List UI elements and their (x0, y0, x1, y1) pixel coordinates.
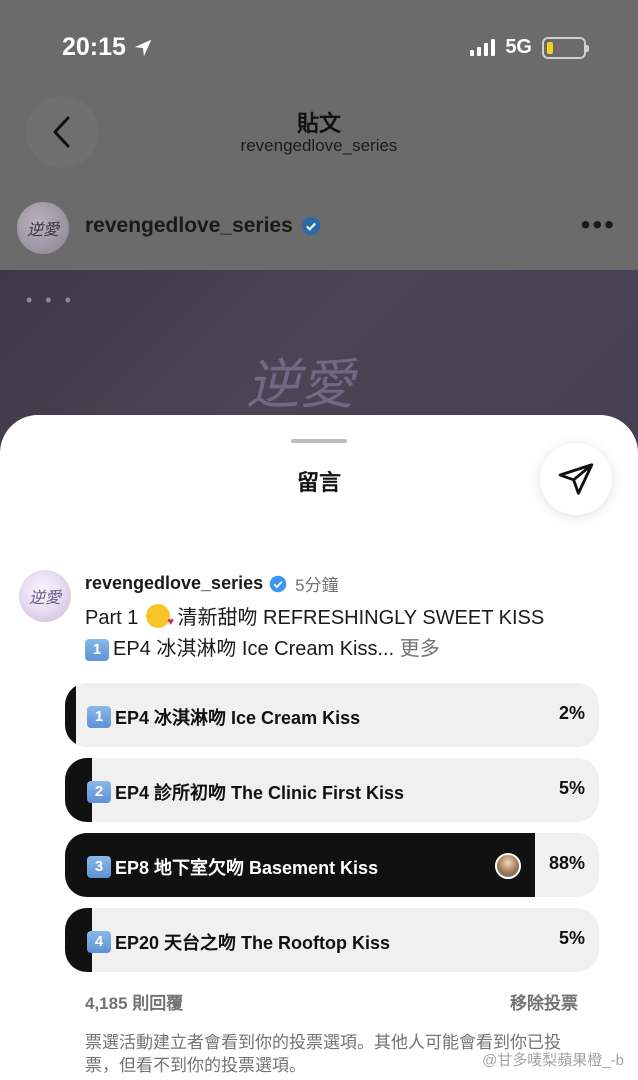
author-username: revengedlove_series (85, 214, 293, 237)
poll-option-bar (65, 683, 76, 747)
author-avatar[interactable]: 逆愛 (17, 202, 69, 254)
comment-text-line-1: Part 1 清新甜吻 REFRESHINGLY SWEET KISS (85, 601, 544, 630)
status-bar: 20:15 5G (0, 0, 638, 90)
status-time-label: 20:15 (62, 33, 126, 61)
comment-text-line-2: 1 EP4 冰淇淋吻 Ice Cream Kiss... 更多 (85, 632, 440, 661)
post-image-logo: 逆愛 (246, 353, 354, 416)
comment-header: revengedlove_series 5分鐘 (85, 571, 339, 596)
comment-preview-text: EP4 冰淇淋吻 Ice Cream Kiss... (113, 638, 395, 660)
remove-vote-button[interactable]: 移除投票 (510, 989, 578, 1014)
voter-avatar (495, 853, 521, 879)
poll-option-1[interactable]: 1 EP4 冰淇淋吻 Ice Cream Kiss 2% (65, 683, 599, 747)
page-subtitle: revengedlove_series (240, 136, 398, 155)
commenter-username[interactable]: revengedlove_series (85, 573, 263, 594)
poll-option-2[interactable]: 2 EP4 診所初吻 The Clinic First Kiss 5% (65, 758, 599, 822)
location-arrow-icon (134, 39, 152, 56)
comments-sheet: 留言 逆愛 revengedlove_series 5分鐘 Part 1 清新甜… (0, 415, 638, 1080)
send-icon (558, 463, 594, 495)
poll-option-label: 4 EP20 天台之吻 The Rooftop Kiss (87, 929, 390, 955)
poll-option-label: 2 EP4 診所初吻 The Clinic First Kiss (87, 779, 404, 805)
page-title: 貼文 (296, 111, 341, 136)
status-time: 20:15 (62, 33, 154, 62)
poll-option-percent: 88% (548, 853, 585, 873)
post-header: 貼文 revengedlove_series (0, 92, 638, 182)
kissing-face-emoji-icon (145, 604, 174, 628)
verified-badge-icon (301, 216, 320, 236)
poll-option-3[interactable]: 3 EP8 地下室欠吻 Basement Kiss 88% (65, 833, 599, 897)
poll-vote-count[interactable]: 4,185 則回覆 (85, 994, 183, 1013)
commenter-avatar[interactable]: 逆愛 (19, 570, 71, 622)
status-right: 5G (470, 36, 589, 59)
comment-heading-text: 清新甜吻 REFRESHINGLY SWEET KISS (177, 607, 545, 629)
see-more-link[interactable]: 更多 (400, 638, 440, 660)
author-name[interactable]: revengedlove_series (85, 214, 321, 238)
share-button[interactable] (540, 443, 612, 515)
poll-option-text: EP4 冰淇淋吻 Ice Cream Kiss (115, 708, 361, 728)
commenter-avatar-text: 逆愛 (28, 588, 61, 607)
keycap-icon: 3 (87, 856, 111, 878)
poll-option-percent: 5% (558, 928, 585, 948)
poll-option-text: EP8 地下室欠吻 Basement Kiss (115, 858, 379, 878)
poll-option-label: 3 EP8 地下室欠吻 Basement Kiss (87, 854, 378, 880)
poll-option-percent: 2% (558, 703, 585, 723)
poll-option-label: 1 EP4 冰淇淋吻 Ice Cream Kiss (87, 704, 360, 730)
network-type: 5G (505, 36, 532, 58)
keycap-icon: 2 (87, 781, 111, 803)
watermark: @甘多唛梨蘋果橙_-b (482, 1052, 624, 1069)
carousel-dots: • • • (26, 290, 75, 310)
signal-icon (470, 39, 496, 56)
verified-badge-icon (269, 575, 287, 592)
battery-icon (542, 36, 589, 59)
keycap-icon: 1 (87, 706, 111, 728)
post-author-row: 逆愛 revengedlove_series ••• (0, 200, 638, 256)
keycap-one-icon: 1 (85, 639, 109, 661)
poll: 1 EP4 冰淇淋吻 Ice Cream Kiss 2% 2 EP4 診所初吻 Th… (65, 683, 599, 983)
keycap-icon: 4 (87, 931, 111, 953)
sheet-grabber[interactable] (291, 439, 347, 443)
comment-part-label: Part 1 (85, 607, 139, 629)
more-options-button[interactable]: ••• (581, 211, 616, 239)
poll-option-percent: 5% (558, 778, 585, 798)
poll-option-4[interactable]: 4 EP20 天台之吻 The Rooftop Kiss 5% (65, 908, 599, 972)
comment-timestamp: 5分鐘 (295, 576, 339, 595)
poll-option-text: EP20 天台之吻 The Rooftop Kiss (115, 933, 391, 953)
poll-option-text: EP4 診所初吻 The Clinic First Kiss (115, 783, 405, 803)
poll-footer: 4,185 則回覆 移除投票 (85, 989, 578, 1014)
author-avatar-text: 逆愛 (26, 220, 59, 239)
